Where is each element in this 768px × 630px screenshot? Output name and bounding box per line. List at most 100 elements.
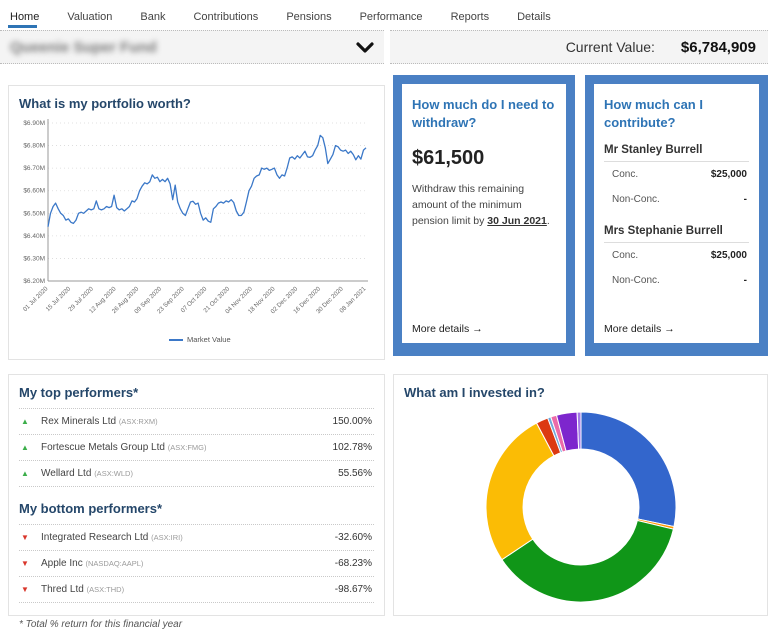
y-axis-tick-label: $6.40M: [23, 233, 45, 240]
contribution-cap-value: -: [743, 194, 747, 206]
y-axis-tick-label: $6.20M: [23, 278, 45, 285]
performance-value: -32.60%: [334, 532, 372, 543]
fund-selector[interactable]: Queenie Super Fund: [0, 30, 384, 64]
contribution-type-label: Conc.: [612, 250, 639, 262]
market-value-line[interactable]: [47, 134, 367, 227]
withdraw-card: How much do I need to withdraw? $61,500 …: [393, 75, 575, 356]
performance-value: -68.23%: [334, 558, 372, 569]
invested-panel: What am I invested in?: [393, 374, 768, 616]
due-date-link[interactable]: 30 Jun 2021: [487, 215, 547, 227]
y-axis-tick-label: $6.30M: [23, 255, 45, 262]
security-name: Wellard Ltd (ASX:WLD): [41, 468, 133, 479]
contribute-members: Mr Stanley Burrell Conc. $25,000 Non-Conc. -…: [604, 144, 749, 293]
contribution-type-label: Conc.: [612, 169, 639, 181]
up-triangle-icon: ▲: [21, 417, 29, 426]
portfolio-worth-panel: What is my portfolio worth? $6.90M $6.80M…: [8, 85, 385, 360]
invested-panel-title: What am I invested in?: [404, 385, 545, 400]
member-section: Mr Stanley Burrell Conc. $25,000 Non-Conc. -: [604, 144, 749, 212]
more-details-label: More details: [412, 323, 470, 335]
performer-row: ▲ Wellard Ltd (ASX:WLD) 55.56%: [19, 461, 374, 487]
withdraw-card-title: How much do I need to withdraw?: [412, 97, 555, 130]
nav-tab-valuation[interactable]: Valuation: [65, 3, 114, 28]
contribution-type-label: Non-Conc.: [612, 194, 660, 206]
withdraw-description-suffix: .: [546, 214, 550, 227]
withdraw-more-details-link[interactable]: More details →: [412, 323, 483, 335]
contribution-cap-value: $25,000: [710, 169, 747, 181]
performers-panel: My top performers* ▲ Rex Minerals Ltd (AS…: [8, 374, 385, 630]
contribution-row: Non-Conc. -: [604, 268, 749, 293]
withdraw-description: Withdraw this remaining amount of the mi…: [412, 182, 556, 229]
security-ticker: (NASDAQ:AAPL): [85, 559, 144, 568]
donut-slice-blue[interactable]: [580, 411, 677, 528]
security-name: Fortescue Metals Group Ltd (ASX:FMG): [41, 442, 207, 453]
down-triangle-icon: ▼: [21, 585, 29, 594]
down-triangle-icon: ▼: [21, 559, 29, 568]
nav-tab-home[interactable]: Home: [8, 3, 41, 28]
contribute-more-details-link[interactable]: More details →: [604, 323, 675, 335]
security-name: Integrated Research Ltd (ASX:IRI): [41, 532, 183, 543]
performer-row: ▼ Thred Ltd (ASX:THD) -98.67%: [19, 577, 374, 603]
security-name: Rex Minerals Ltd (ASX:RXM): [41, 416, 158, 427]
fund-name: Queenie Super Fund: [10, 38, 157, 56]
member-section: Mrs Stephanie Burrell Conc. $25,000 Non-Con…: [604, 225, 749, 293]
nav-tab-pensions[interactable]: Pensions: [284, 3, 333, 28]
contribution-cap-value: $25,000: [710, 250, 747, 262]
security-ticker: (ASX:WLD): [94, 469, 133, 478]
right-arrow-icon: →: [664, 323, 675, 335]
y-axis-tick-label: $6.70M: [23, 165, 45, 172]
security-ticker: (ASX:FMG): [167, 443, 207, 452]
member-name: Mr Stanley Burrell: [604, 144, 749, 163]
contribution-row: Non-Conc. -: [604, 187, 749, 212]
contribution-row: Conc. $25,000: [604, 243, 749, 268]
invested-donut-chart[interactable]: [404, 400, 759, 605]
portfolio-line-chart[interactable]: $6.90M $6.80M $6.70M $6.60M $6.50M $6.40M $6.3…: [19, 111, 376, 354]
nav-tab-reports[interactable]: Reports: [449, 3, 492, 28]
nav-tab-bank[interactable]: Bank: [138, 3, 167, 28]
bottom-performers-list: ▼ Integrated Research Ltd (ASX:IRI) -32.60…: [19, 524, 374, 603]
y-axis-tick-label: $6.80M: [23, 143, 45, 150]
contribution-cap-value: -: [743, 275, 747, 287]
bottom-performers-title: My bottom performers*: [19, 501, 163, 516]
current-value-amount: $6,784,909: [680, 38, 756, 56]
contribute-card-title: How much can I contribute?: [604, 97, 703, 130]
performance-value: 150.00%: [332, 416, 372, 427]
top-performers-list: ▲ Rex Minerals Ltd (ASX:RXM) 150.00% ▲ Forte…: [19, 408, 374, 487]
more-details-label: More details: [604, 323, 662, 335]
withdraw-amount: $61,500: [412, 147, 485, 170]
portfolio-panel-title: What is my portfolio worth?: [19, 96, 191, 111]
contribution-type-label: Non-Conc.: [612, 275, 660, 287]
up-triangle-icon: ▲: [21, 469, 29, 478]
contribution-row: Conc. $25,000: [604, 162, 749, 187]
security-ticker: (ASX:RXM): [118, 417, 158, 426]
security-name: Apple Inc (NASDAQ:AAPL): [41, 558, 144, 569]
current-value-label: Current Value:: [565, 39, 655, 55]
performer-row: ▲ Fortescue Metals Group Ltd (ASX:FMG) 102…: [19, 435, 374, 461]
performer-row: ▼ Apple Inc (NASDAQ:AAPL) -68.23%: [19, 551, 374, 577]
chevron-down-icon[interactable]: [356, 41, 374, 54]
down-triangle-icon: ▼: [21, 533, 29, 542]
current-value-section: Current Value: $6,784,909: [390, 30, 768, 64]
member-name: Mrs Stephanie Burrell: [604, 225, 749, 244]
performance-value: 55.56%: [338, 468, 372, 479]
legend-label: Market Value: [187, 335, 231, 344]
top-nav: Home Valuation Bank Contributions Pensions Pe…: [0, 0, 768, 30]
fund-bar: Queenie Super Fund Current Value: $6,784…: [0, 30, 768, 64]
y-axis-tick-label: $6.90M: [23, 120, 45, 127]
performer-row: ▲ Rex Minerals Ltd (ASX:RXM) 150.00%: [19, 409, 374, 435]
security-ticker: (ASX:IRI): [151, 533, 183, 542]
performance-value: -98.67%: [334, 584, 372, 595]
security-ticker: (ASX:THD): [86, 585, 125, 594]
donut-slice-yellow[interactable]: [485, 422, 555, 561]
contribute-card: How much can I contribute? Mr Stanley Bu…: [585, 75, 768, 356]
performers-footnote: * Total % return for this financial year: [19, 619, 183, 630]
nav-tab-details[interactable]: Details: [515, 3, 553, 28]
nav-tab-contributions[interactable]: Contributions: [191, 3, 260, 28]
y-axis-tick-label: $6.60M: [23, 188, 45, 195]
y-axis-tick-label: $6.50M: [23, 210, 45, 217]
nav-tab-performance[interactable]: Performance: [358, 3, 425, 28]
performer-row: ▼ Integrated Research Ltd (ASX:IRI) -32.60…: [19, 525, 374, 551]
top-performers-title: My top performers*: [19, 385, 139, 400]
security-name: Thred Ltd (ASX:THD): [41, 584, 125, 595]
right-arrow-icon: →: [472, 323, 483, 335]
performance-value: 102.78%: [332, 442, 372, 453]
